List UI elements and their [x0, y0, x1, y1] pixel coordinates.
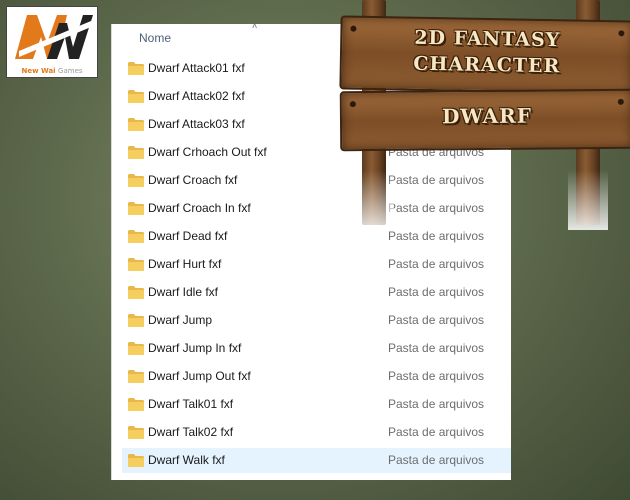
sign-line-3: DWARF	[441, 103, 533, 129]
folder-icon	[128, 174, 144, 187]
file-name: Dwarf Talk01 fxf	[148, 397, 234, 411]
brand-logo: New Wai Games	[6, 6, 98, 78]
file-name: Dwarf Dead fxf	[148, 229, 228, 243]
logo-word-2: Wai	[40, 67, 56, 75]
list-item[interactable]: Dwarf Talk01 fxf Pasta de arquivos	[122, 392, 511, 417]
list-item[interactable]: Dwarf Idle fxf Pasta de arquivos	[122, 280, 511, 305]
file-type: Pasta de arquivos	[388, 229, 485, 243]
file-name: Dwarf Attack03 fxf	[148, 117, 245, 131]
folder-icon	[128, 118, 144, 131]
file-name: Dwarf Hurt fxf	[148, 257, 222, 271]
sort-ascending-icon: ˄	[252, 21, 258, 31]
post-fade-left	[354, 170, 394, 230]
file-type: Pasta de arquivos	[388, 453, 485, 467]
list-item[interactable]: Dwarf Jump Pasta de arquivos	[122, 308, 511, 333]
folder-icon	[128, 202, 144, 215]
file-name: Dwarf Jump Out fxf	[148, 369, 251, 383]
file-type: Pasta de arquivos	[388, 257, 485, 271]
file-type: Pasta de arquivos	[388, 313, 485, 327]
sign-board-bottom: DWARF	[339, 88, 630, 152]
list-item[interactable]: Dwarf Jump Out fxf Pasta de arquivos	[122, 364, 511, 389]
file-name: Dwarf Jump	[148, 313, 213, 327]
list-item[interactable]: Dwarf Walk fxf Pasta de arquivos	[122, 448, 511, 473]
folder-icon	[128, 230, 144, 243]
file-name: Dwarf Talk02 fxf	[148, 425, 234, 439]
sign-board-top: 2D FANTASY CHARACTER	[339, 15, 630, 95]
folder-icon	[128, 258, 144, 271]
file-name: Dwarf Attack02 fxf	[148, 89, 245, 103]
folder-icon	[128, 398, 144, 411]
file-type: Pasta de arquivos	[388, 425, 485, 439]
folder-icon	[128, 90, 144, 103]
folder-icon	[128, 342, 144, 355]
folder-icon	[128, 314, 144, 327]
column-header-label: Nome	[139, 31, 172, 45]
list-item[interactable]: Dwarf Talk02 fxf Pasta de arquivos	[122, 420, 511, 445]
file-type: Pasta de arquivos	[388, 285, 485, 299]
logo-word-3: Games	[58, 67, 83, 75]
sign-line-1: 2D FANTASY	[414, 26, 561, 52]
file-name: Dwarf Jump In fxf	[148, 341, 242, 355]
post-fade-right	[568, 170, 608, 230]
file-type: Pasta de arquivos	[388, 369, 485, 383]
file-name: Dwarf Attack01 fxf	[148, 61, 245, 75]
file-name: Dwarf Idle fxf	[148, 285, 219, 299]
folder-icon	[128, 454, 144, 467]
folder-icon	[128, 426, 144, 439]
file-name: Dwarf Croach In fxf	[148, 201, 251, 215]
logo-mark-icon	[15, 15, 93, 59]
file-name: Dwarf Walk fxf	[148, 453, 225, 467]
folder-icon	[128, 286, 144, 299]
file-type: Pasta de arquivos	[388, 397, 485, 411]
file-type: Pasta de arquivos	[388, 341, 485, 355]
logo-word-1: New	[21, 67, 39, 75]
list-item[interactable]: Dwarf Jump In fxf Pasta de arquivos	[122, 336, 511, 361]
list-item[interactable]: Dwarf Hurt fxf Pasta de arquivos	[122, 252, 511, 277]
folder-icon	[128, 62, 144, 75]
sign-line-2: CHARACTER	[413, 52, 561, 78]
file-name: Dwarf Crhoach Out fxf	[148, 145, 267, 159]
file-name: Dwarf Croach fxf	[148, 173, 238, 187]
title-sign: 2D FANTASY CHARACTER DWARF	[339, 0, 630, 230]
folder-icon	[128, 146, 144, 159]
logo-wordmark: New Wai Games	[7, 67, 97, 75]
folder-icon	[128, 370, 144, 383]
